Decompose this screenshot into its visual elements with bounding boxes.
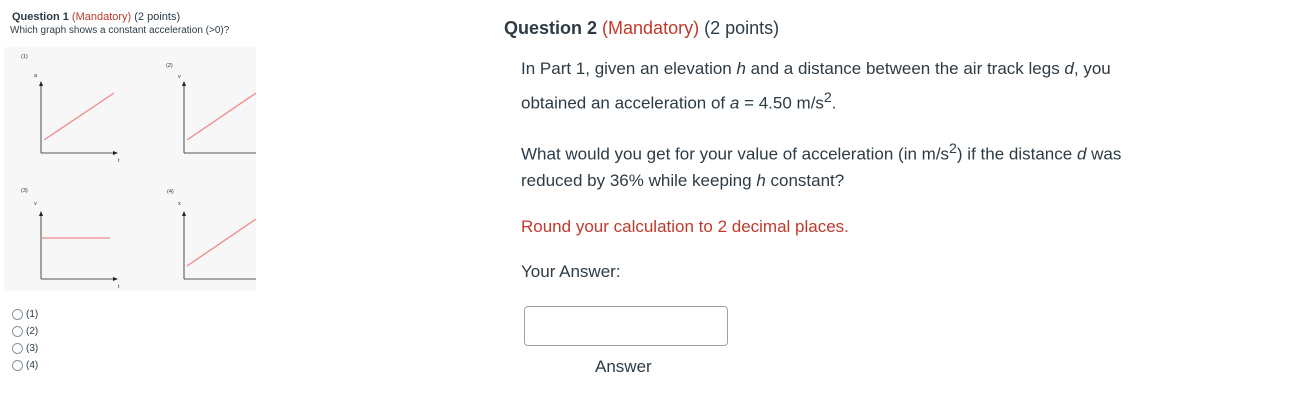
option-3-label: (3) [26,343,39,354]
graph-2-y-label: v [178,74,181,80]
option-1[interactable]: (1) [12,306,38,323]
variable-h: h [736,59,746,78]
question-1-prompt: Which graph shows a constant acceleratio… [10,25,230,36]
question-1-points: (2 points) [134,11,181,23]
radio-option-1[interactable] [12,309,23,320]
text-segment: In Part 1, given an elevation [521,59,737,78]
graph-3-y-label: v [34,201,37,207]
option-2[interactable]: (2) [12,323,38,340]
graphs-svg: (1) a t (2) v t (3) v t [4,47,256,291]
variable-d: d [1076,144,1087,164]
question-2-line-2: obtained an acceleration of a = 4.50 m/s… [521,90,837,114]
answer-input[interactable] [524,306,728,346]
question-2-points: (2 points) [704,18,780,38]
superscript: 2 [949,141,957,157]
superscript: 2 [823,90,832,106]
option-4-label: (4) [26,360,39,371]
answer-options: (1) (2) (3) (4) [12,306,38,374]
graphs-figure: (1) a t (2) v t (3) v t [4,47,256,291]
text-segment: and a distance between the air track leg… [745,59,1065,78]
question-2-line-3: What would you get for your value of acc… [521,141,1121,165]
answer-label: Answer [595,357,652,376]
question-2-header: Question 2 (Mandatory) (2 points) [504,18,1284,39]
question-2-number: Question 2 [504,18,598,38]
question-2-line-1: In Part 1, given an elevation h and a di… [521,59,1111,79]
option-3[interactable]: (3) [12,340,38,357]
variable-a: a [729,93,740,113]
graph-2-label: (2) [166,63,173,69]
variable-d: d [1064,59,1074,78]
radio-option-4[interactable] [12,360,23,371]
option-4[interactable]: (4) [12,357,38,374]
question-1-number: Question 1 [12,11,69,23]
text-segment: = 4.50 m/s [739,93,824,113]
question-1: Question 1 (Mandatory) (2 points) [12,11,492,23]
question-1-header: Question 1 (Mandatory) (2 points) [12,11,492,23]
option-2-label: (2) [26,326,39,337]
question-1-mandatory: (Mandatory) [71,11,132,23]
text-segment: What would you get for your value of acc… [521,144,950,164]
variable-h: h [756,171,766,190]
text-segment: obtained an acceleration of [521,93,730,113]
question-2: Question 2 (Mandatory) (2 points) In Par… [504,18,1284,376]
text-segment: ) if the distance [956,144,1077,164]
text-segment: . [831,93,837,113]
text-segment: constant? [765,171,845,190]
option-1-label: (1) [26,309,39,320]
text-segment: , you [1073,59,1111,78]
text-segment: was [1086,144,1122,164]
graph-1-label: (1) [21,54,28,60]
question-2-line-4: reduced by 36% while keeping h constant? [521,171,844,191]
graph-4-label: (4) [167,189,174,195]
question-2-mandatory: (Mandatory) [602,18,700,38]
radio-option-3[interactable] [12,343,23,354]
your-answer-label: Your Answer: [521,262,621,281]
graph-3-label: (3) [21,188,28,194]
graph-4-y-label: x [178,201,181,207]
round-instruction: Round your calculation to 2 decimal plac… [521,217,849,236]
text-segment: reduced by 36% while keeping [521,171,757,190]
radio-option-2[interactable] [12,326,23,337]
